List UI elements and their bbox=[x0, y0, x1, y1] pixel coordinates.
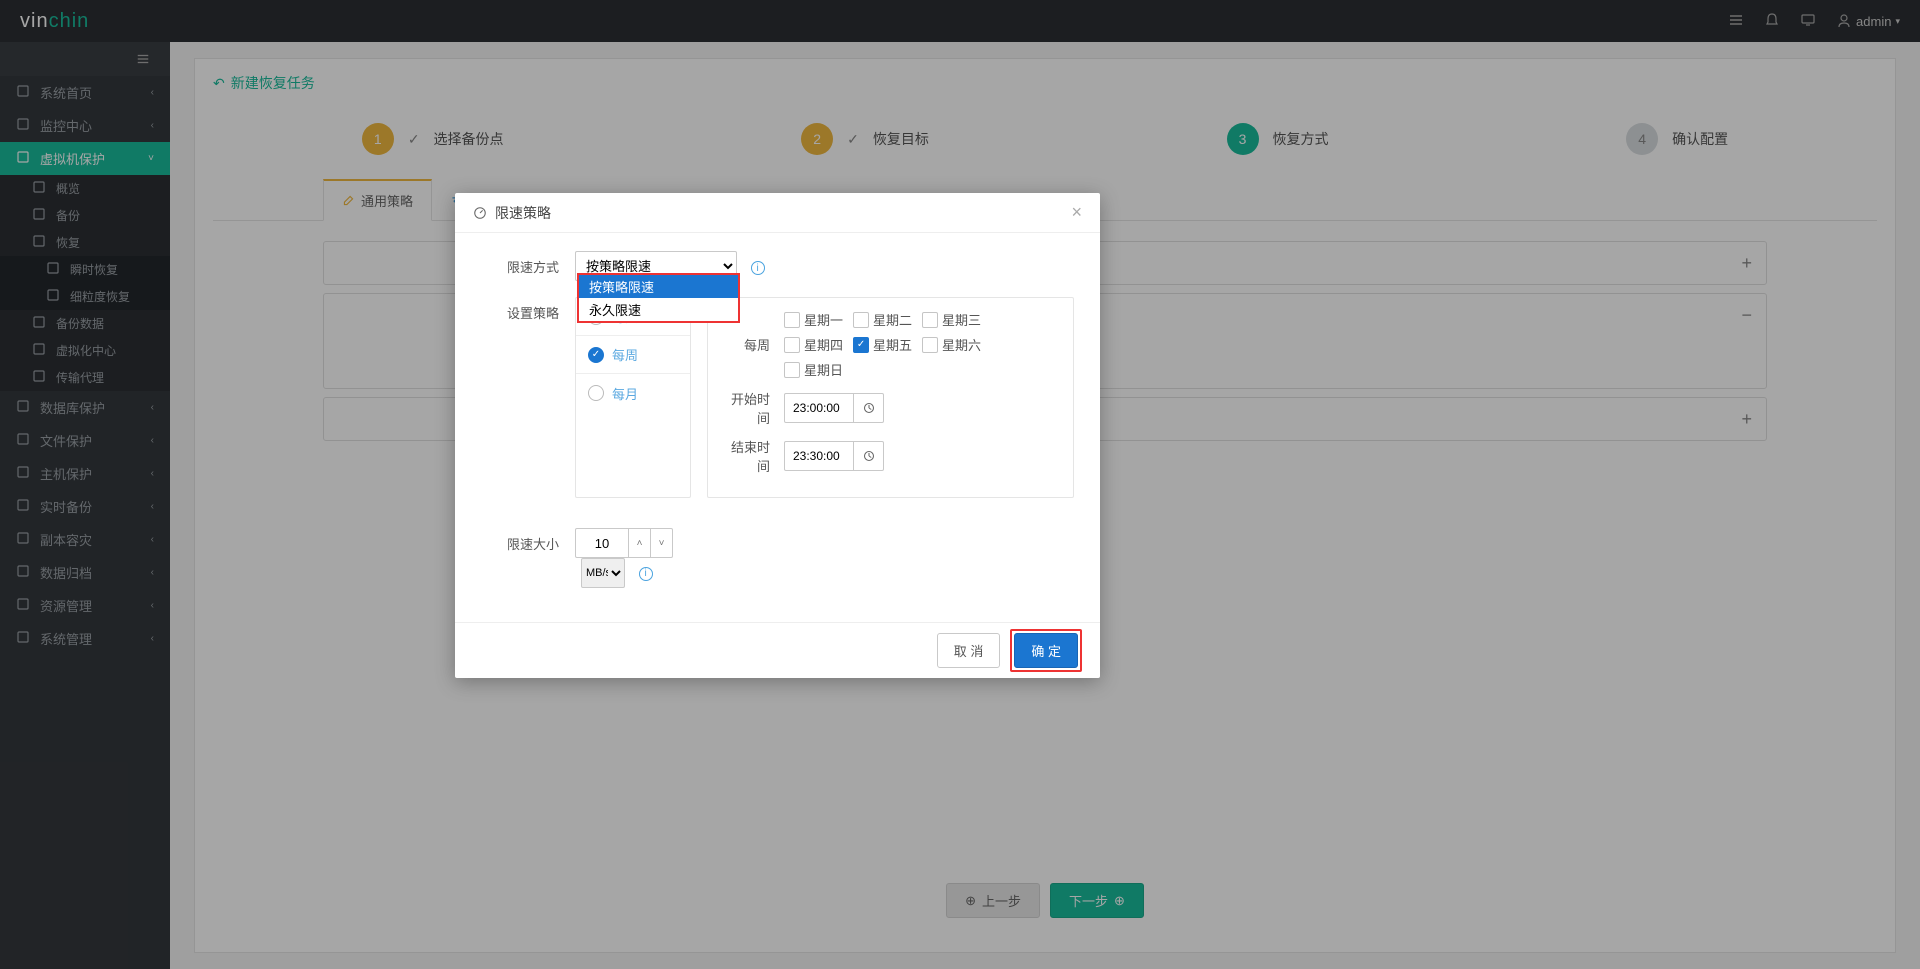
checkbox-icon bbox=[784, 337, 800, 353]
size-control: ˄ ˅ MB/s i bbox=[575, 528, 1074, 588]
radio-icon bbox=[588, 385, 604, 401]
days-wrap: 星期一 星期二 星期三星期四 星期五 星期六星期日 bbox=[784, 310, 1057, 379]
method-label: 限速方式 bbox=[455, 251, 575, 276]
modal-footer: 取 消 确 定 bbox=[455, 622, 1100, 678]
day-item[interactable]: 星期四 bbox=[784, 335, 843, 354]
freq-weekly[interactable]: 每周 bbox=[576, 336, 690, 374]
end-time-row: 结束时间 bbox=[724, 437, 1057, 475]
info-icon[interactable]: i bbox=[751, 261, 765, 275]
row-method: 限速方式 按策略限速 i bbox=[455, 251, 1074, 281]
end-label: 结束时间 bbox=[724, 437, 784, 475]
day-item[interactable]: 星期日 bbox=[784, 360, 843, 379]
row-size: 限速大小 ˄ ˅ MB/s i bbox=[455, 528, 1074, 588]
speed-limit-modal: 限速策略 × 限速方式 按策略限速 i 设置策略 每天 bbox=[455, 193, 1100, 678]
row-policy: 设置策略 每天 每周 每月 bbox=[455, 297, 1074, 498]
day-label: 星期日 bbox=[804, 360, 843, 379]
day-item[interactable]: 星期六 bbox=[922, 335, 981, 354]
day-item[interactable]: 星期一 bbox=[784, 310, 843, 329]
day-label: 星期一 bbox=[804, 310, 843, 329]
speed-spinner: ˄ ˅ bbox=[575, 528, 1074, 558]
policy-control: 每天 每周 每月 每周 星期一 星期二 星期三星期四 星期五 星期六星期日 bbox=[575, 297, 1074, 498]
dropdown-option[interactable]: 按策略限速 bbox=[579, 275, 738, 298]
speed-down-button[interactable]: ˅ bbox=[651, 528, 673, 558]
end-time-input[interactable] bbox=[784, 441, 854, 471]
start-time-input[interactable] bbox=[784, 393, 854, 423]
checkbox-icon bbox=[922, 337, 938, 353]
day-label: 星期四 bbox=[804, 335, 843, 354]
clock-icon[interactable] bbox=[854, 393, 884, 423]
method-dropdown-list: 按策略限速永久限速 bbox=[577, 273, 740, 323]
speed-value-input[interactable] bbox=[575, 528, 629, 558]
freq-monthly[interactable]: 每月 bbox=[576, 374, 690, 412]
freq-weekly-label: 每周 bbox=[612, 345, 638, 364]
day-label: 星期五 bbox=[873, 335, 912, 354]
modal-header: 限速策略 × bbox=[455, 193, 1100, 233]
close-icon[interactable]: × bbox=[1071, 202, 1082, 223]
start-time-row: 开始时间 bbox=[724, 389, 1057, 427]
frequency-column: 每天 每周 每月 bbox=[575, 297, 691, 498]
gauge-icon bbox=[473, 206, 487, 220]
freq-monthly-label: 每月 bbox=[612, 384, 638, 403]
speed-up-button[interactable]: ˄ bbox=[629, 528, 651, 558]
day-label: 星期二 bbox=[873, 310, 912, 329]
checkbox-icon bbox=[853, 312, 869, 328]
day-item[interactable]: 星期三 bbox=[922, 310, 981, 329]
detail-column: 每周 星期一 星期二 星期三星期四 星期五 星期六星期日 开始时间 结束时间 bbox=[707, 297, 1074, 498]
start-label: 开始时间 bbox=[724, 389, 784, 427]
day-item[interactable]: 星期二 bbox=[853, 310, 912, 329]
policy-label: 设置策略 bbox=[455, 297, 575, 322]
radio-icon bbox=[588, 347, 604, 363]
modal-title: 限速策略 bbox=[495, 203, 551, 223]
weekly-label: 每周 bbox=[724, 335, 784, 354]
checkbox-icon bbox=[922, 312, 938, 328]
dropdown-option[interactable]: 永久限速 bbox=[579, 298, 738, 321]
checkbox-icon bbox=[853, 337, 869, 353]
clock-icon[interactable] bbox=[854, 441, 884, 471]
day-label: 星期六 bbox=[942, 335, 981, 354]
day-label: 星期三 bbox=[942, 310, 981, 329]
modal-body: 限速方式 按策略限速 i 设置策略 每天 每周 bbox=[455, 233, 1100, 622]
info-icon[interactable]: i bbox=[639, 567, 653, 581]
day-item[interactable]: 星期五 bbox=[853, 335, 912, 354]
checkbox-icon bbox=[784, 312, 800, 328]
ok-button[interactable]: 确 定 bbox=[1014, 633, 1078, 668]
days-row: 每周 星期一 星期二 星期三星期四 星期五 星期六星期日 bbox=[724, 310, 1057, 379]
speed-unit-select[interactable]: MB/s bbox=[581, 558, 625, 588]
size-label: 限速大小 bbox=[455, 528, 575, 553]
cancel-button[interactable]: 取 消 bbox=[937, 633, 1001, 668]
checkbox-icon bbox=[784, 362, 800, 378]
ok-highlight: 确 定 bbox=[1010, 629, 1082, 672]
